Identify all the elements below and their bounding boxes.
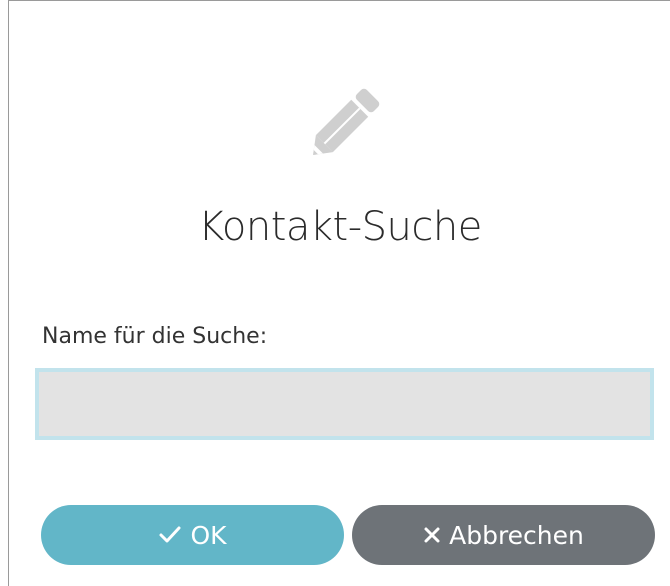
check-icon [158, 525, 182, 545]
cancel-button[interactable]: Abbrechen [352, 505, 655, 565]
search-field-label: Name für die Suche: [42, 324, 268, 349]
pencil-icon [295, 69, 399, 173]
contact-search-dialog: Kontakt-Suche Name für die Suche: OK Abb… [8, 0, 670, 586]
ok-button[interactable]: OK [41, 505, 344, 565]
close-icon [423, 526, 441, 544]
ok-button-label: OK [190, 520, 227, 550]
cancel-button-label: Abbrechen [449, 520, 584, 550]
dialog-title: Kontakt-Suche [198, 204, 482, 250]
search-name-input[interactable] [35, 368, 654, 440]
